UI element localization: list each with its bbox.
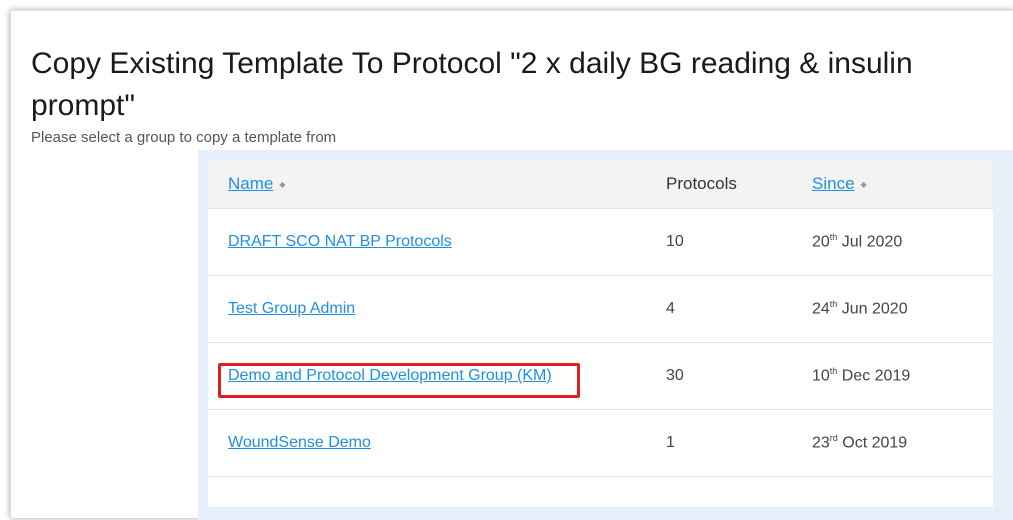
protocols-count: 1 <box>666 409 812 477</box>
page-subtitle: Please select a group to copy a template… <box>31 129 337 146</box>
since-suffix: rd <box>829 433 838 444</box>
table-row: Demo and Protocol Development Group (KM)… <box>208 342 993 410</box>
protocols-count: 30 <box>666 342 812 410</box>
since-date: 10th Dec 2019 <box>812 342 993 410</box>
since-date: 24th Jun 2020 <box>812 275 993 343</box>
table-row: WoundSense Demo 1 23rd Oct 2019 <box>208 409 993 477</box>
since-month-year: Oct 2019 <box>837 434 908 452</box>
table-row: Test Group Admin 4 24th Jun 2020 <box>208 275 993 343</box>
group-link[interactable]: Demo and Protocol Development Group (KM) <box>228 367 552 384</box>
sort-by-since-link[interactable]: Since <box>812 174 855 193</box>
since-day: 23 <box>812 434 830 452</box>
since-date: 23rd Oct 2019 <box>812 409 993 477</box>
since-day: 10 <box>812 367 830 385</box>
sort-by-name-link[interactable]: Name <box>228 174 273 193</box>
groups-table: Name ◆ Protocols Since ◆ DRAFT SCO NAT BP … <box>208 160 993 507</box>
group-name-cell: Test Group Admin <box>208 275 666 343</box>
protocols-count: 10 <box>666 208 812 276</box>
header-protocols: Protocols <box>666 174 737 193</box>
header-since: Since ◆ <box>812 160 993 209</box>
group-name-cell: Demo and Protocol Development Group (KM) <box>208 342 666 410</box>
group-name-cell: WoundSense Demo <box>208 409 666 477</box>
header-name: Name ◆ <box>208 160 666 209</box>
group-link[interactable]: WoundSense Demo <box>228 434 371 451</box>
since-day: 24 <box>812 300 830 318</box>
protocols-count: 4 <box>666 275 812 343</box>
sort-icon[interactable]: ◆ <box>279 180 285 188</box>
table-row-partial <box>208 476 993 507</box>
since-month-year: Jul 2020 <box>837 233 903 251</box>
group-name-cell: DRAFT SCO NAT BP Protocols <box>208 208 666 276</box>
table-row: DRAFT SCO NAT BP Protocols 10 20th Jul 2… <box>208 208 993 276</box>
page-title: Copy Existing Template To Protocol "2 x … <box>31 47 913 122</box>
since-day: 20 <box>812 233 830 251</box>
group-link[interactable]: Test Group Admin <box>228 300 355 317</box>
group-link[interactable]: DRAFT SCO NAT BP Protocols <box>228 233 452 250</box>
table-header-row: Name ◆ Protocols Since ◆ <box>208 160 993 209</box>
since-month-year: Dec 2019 <box>837 367 911 385</box>
since-date: 20th Jul 2020 <box>812 208 993 276</box>
groups-table-container: Name ◆ Protocols Since ◆ DRAFT SCO NAT BP … <box>198 150 1013 520</box>
since-month-year: Jun 2020 <box>837 300 908 318</box>
sort-icon[interactable]: ◆ <box>861 180 867 188</box>
